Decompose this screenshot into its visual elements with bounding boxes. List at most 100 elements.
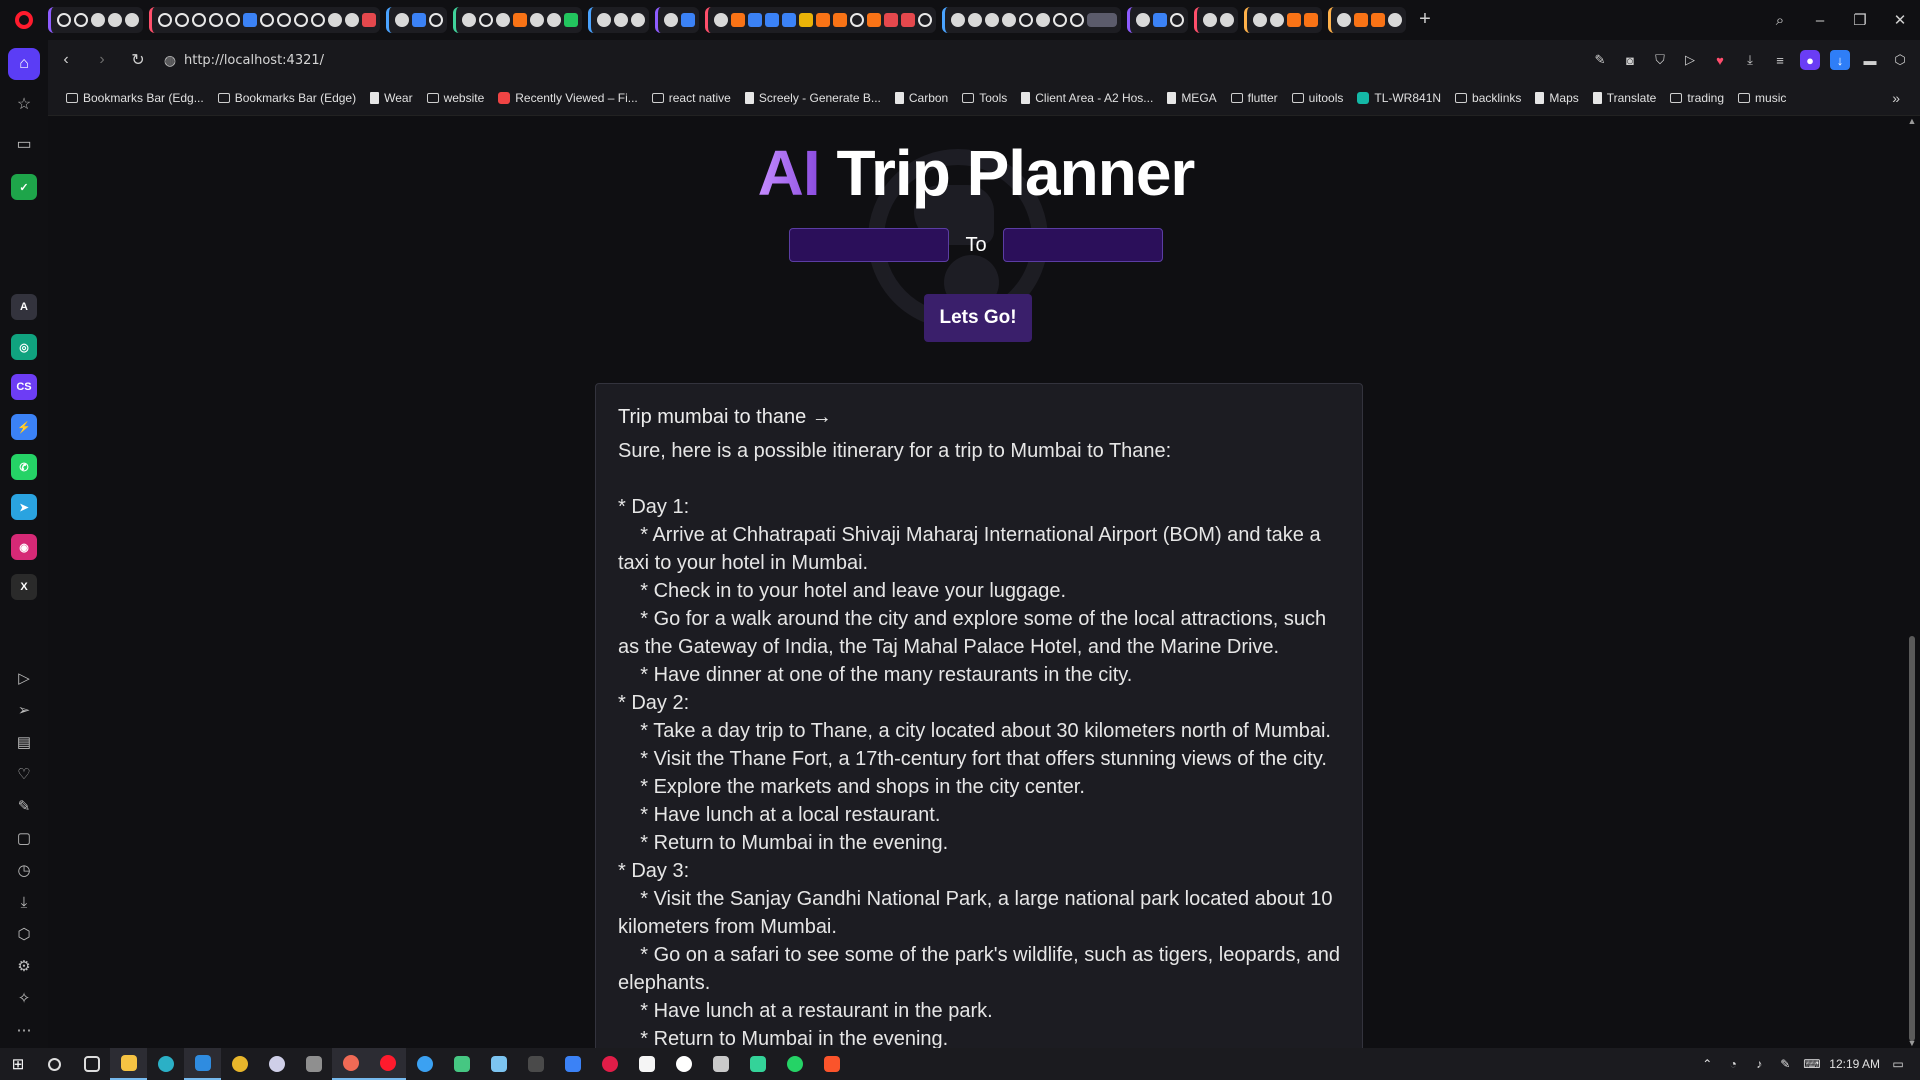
bookmarks-overflow-icon[interactable]: »	[1892, 90, 1900, 106]
amazon-icon[interactable]	[513, 13, 527, 27]
github-icon[interactable]	[158, 13, 172, 27]
extension-download-icon[interactable]: ↓	[1830, 50, 1850, 70]
pinboard-icon[interactable]: ✎	[12, 794, 36, 818]
tab-favicon-icon[interactable]	[108, 13, 122, 27]
github-icon[interactable]	[918, 13, 932, 27]
tab-favicon-icon[interactable]	[1354, 13, 1368, 27]
tab-favicon-icon[interactable]	[564, 13, 578, 27]
gmail-icon[interactable]	[362, 13, 376, 27]
wallet-icon[interactable]: ▤	[12, 730, 36, 754]
chrome-icon[interactable]	[664, 13, 678, 27]
tab-favicon-icon[interactable]	[496, 13, 510, 27]
tab-group[interactable]	[942, 7, 1121, 33]
tab-favicon-icon[interactable]	[1036, 13, 1050, 27]
bookmark-item[interactable]: Recently Viewed – Fi...	[498, 91, 638, 105]
task-view-icon[interactable]	[73, 1048, 110, 1080]
tab-favicon-icon[interactable]	[1287, 13, 1301, 27]
firefox-icon[interactable]	[406, 1048, 443, 1080]
tab-group[interactable]	[1328, 7, 1406, 33]
heart-icon[interactable]: ♥	[1710, 50, 1730, 70]
bookmark-item[interactable]: MEGA	[1167, 91, 1217, 105]
downloads-icon[interactable]: ⤓	[12, 890, 36, 914]
whatsapp-icon[interactable]	[776, 1048, 813, 1080]
forward-icon[interactable]: ›	[84, 51, 120, 69]
volume-icon[interactable]: ♪	[1751, 1057, 1767, 1071]
github-icon[interactable]	[277, 13, 291, 27]
download-icon[interactable]: ⤓	[1740, 50, 1760, 70]
opera-logo-icon[interactable]	[0, 0, 48, 40]
url-field[interactable]: http://localhost:4321/	[184, 53, 1590, 68]
tab-favicon-icon[interactable]	[867, 13, 881, 27]
more-icon[interactable]: ⋯	[12, 1018, 36, 1042]
tab-favicon-icon[interactable]	[765, 13, 779, 27]
github-icon[interactable]	[294, 13, 308, 27]
github-icon[interactable]	[209, 13, 223, 27]
tips-icon[interactable]: ✧	[12, 986, 36, 1010]
pen-icon[interactable]: ✎	[1777, 1057, 1793, 1071]
file-explorer-icon[interactable]	[110, 1048, 147, 1080]
windows-start-icon[interactable]: ⊞	[0, 1055, 36, 1073]
tab-favicon-icon[interactable]	[1002, 13, 1016, 27]
instagram-icon[interactable]: ◉	[11, 534, 37, 560]
notepad-icon[interactable]	[480, 1048, 517, 1080]
bookmark-item[interactable]: uitools	[1291, 91, 1343, 105]
tab-favicon-icon[interactable]	[462, 13, 476, 27]
reload-icon[interactable]: ↻	[120, 50, 156, 70]
chrome-icon[interactable]	[547, 13, 561, 27]
app-icon[interactable]	[517, 1048, 554, 1080]
back-icon[interactable]: ‹	[48, 51, 84, 69]
github-icon[interactable]	[57, 13, 71, 27]
minimize-icon[interactable]: –	[1800, 12, 1840, 29]
chrome-icon[interactable]	[1136, 13, 1150, 27]
chrome-icon[interactable]	[714, 13, 728, 27]
youtube-icon[interactable]	[901, 13, 915, 27]
store-icon[interactable]	[628, 1048, 665, 1080]
tab-group[interactable]	[48, 7, 143, 33]
bookmark-item[interactable]: Tools	[962, 91, 1007, 105]
tab-group[interactable]	[588, 7, 649, 33]
github-icon[interactable]	[192, 13, 206, 27]
bookmark-item[interactable]: react native	[651, 91, 731, 105]
github-icon[interactable]	[1070, 13, 1084, 27]
tab-group[interactable]	[453, 7, 582, 33]
tab-search-icon[interactable]: ⌕	[1760, 12, 1800, 29]
settings-icon[interactable]: ⚙	[12, 954, 36, 978]
obs-icon[interactable]	[258, 1048, 295, 1080]
tab-group[interactable]	[1194, 7, 1238, 33]
telegram-icon[interactable]: ➤	[11, 494, 37, 520]
bookmark-item[interactable]: Carbon	[894, 91, 948, 105]
from-input[interactable]	[789, 228, 950, 262]
tab-favicon-icon[interactable]	[833, 13, 847, 27]
page-scrollbar[interactable]: ▲ ▼	[1904, 116, 1920, 1048]
bookmark-item[interactable]: trading	[1670, 91, 1724, 105]
bookmark-item[interactable]: Client Area - A2 Hos...	[1021, 91, 1153, 105]
tab-favicon-icon[interactable]	[816, 13, 830, 27]
notifications-icon[interactable]: ▭	[1890, 1057, 1906, 1071]
bookmark-item[interactable]: music	[1738, 91, 1786, 105]
bookmark-item[interactable]: website	[426, 91, 484, 105]
github-icon[interactable]	[1053, 13, 1067, 27]
keyboard-icon[interactable]: ⌨	[1803, 1057, 1820, 1071]
player-icon[interactable]: ▷	[12, 666, 36, 690]
github-icon[interactable]	[74, 13, 88, 27]
tabs-icon[interactable]: ▢	[12, 826, 36, 850]
app-icon[interactable]	[443, 1048, 480, 1080]
shield-icon[interactable]: ⛉	[1650, 50, 1670, 70]
chrome-icon[interactable]	[1337, 13, 1351, 27]
globe-icon[interactable]: ◍	[156, 52, 184, 69]
github-icon[interactable]	[226, 13, 240, 27]
tab-group[interactable]	[1244, 7, 1322, 33]
bookmark-item[interactable]: Maps	[1535, 91, 1579, 105]
chrome-icon[interactable]	[614, 13, 628, 27]
chrome-icon[interactable]	[968, 13, 982, 27]
search-icon[interactable]	[36, 1048, 73, 1080]
tab-favicon-icon[interactable]	[1270, 13, 1284, 27]
opera-icon[interactable]	[369, 1048, 406, 1080]
github-icon[interactable]	[850, 13, 864, 27]
briefcase-icon[interactable]: ▭	[8, 128, 40, 160]
github-icon[interactable]	[260, 13, 274, 27]
tab-favicon-icon[interactable]	[412, 13, 426, 27]
tab-group[interactable]	[705, 7, 936, 33]
play-icon[interactable]: ▷	[1680, 50, 1700, 70]
camera-icon[interactable]: ◙	[1620, 50, 1640, 70]
